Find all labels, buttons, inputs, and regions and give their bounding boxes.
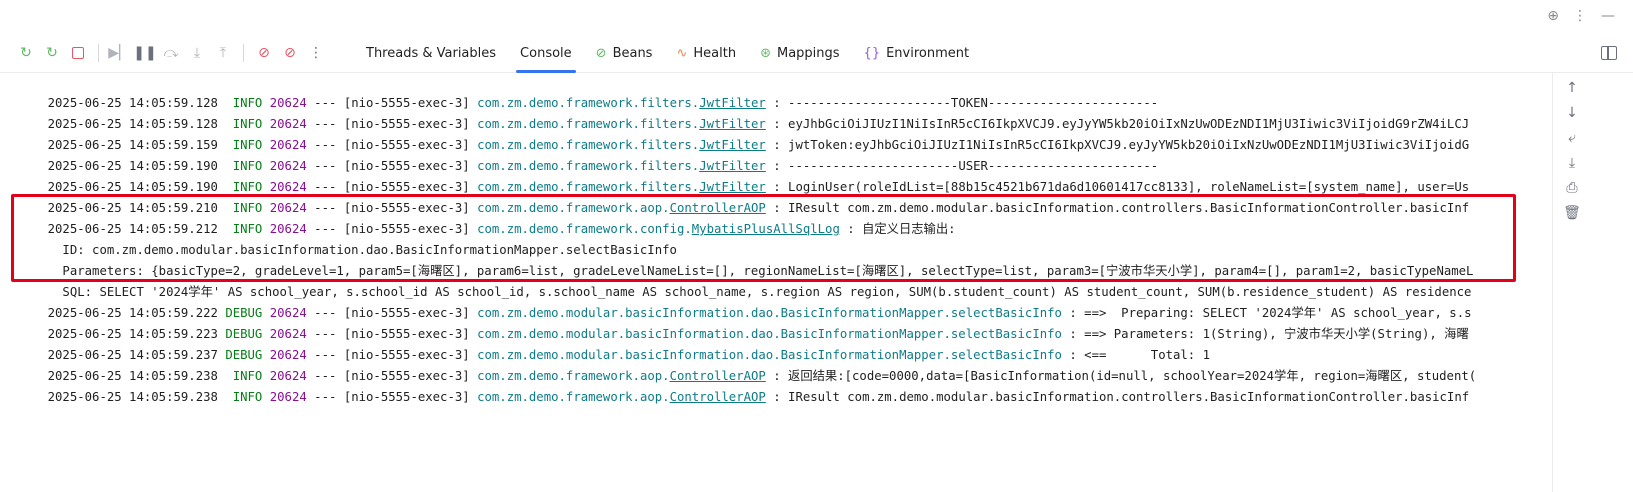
layout-icon[interactable] xyxy=(1601,46,1617,60)
step-into-icon[interactable]: ⤓ xyxy=(187,43,207,63)
log-level: INFO xyxy=(225,390,263,404)
log-line: 2025-06-25 14:05:59.238 INFO 20624 --- [… xyxy=(18,366,1470,404)
toolbar-actions: ↻ ↻ ▶▏ ❚❚ ⤼ ⤓ ⤒ ⊘ ⊘ ⋮ xyxy=(16,43,326,63)
log-line: 2025-06-25 14:05:59.190 INFO 20624 --- [… xyxy=(18,156,1470,194)
tab-label: Beans xyxy=(612,45,653,61)
window-controls: ⊕ ⋮ — xyxy=(1547,8,1615,24)
tab-mappings[interactable]: ⊛ Mappings xyxy=(748,34,851,72)
log-pid: 20624 xyxy=(269,390,307,404)
log-sep: --- xyxy=(306,390,344,404)
log-line: 2025-06-25 14:05:59.128 INFO 20624 --- [… xyxy=(18,72,1159,110)
tab-console[interactable]: Console xyxy=(508,34,584,73)
scroll-up-icon[interactable]: ↑ xyxy=(1562,78,1582,98)
debug-toolbar: ↻ ↻ ▶▏ ❚❚ ⤼ ⤓ ⤒ ⊘ ⊘ ⋮ Threads & Variable… xyxy=(0,34,1633,73)
log-line: SQL: SELECT '2024学年' AS school_year, s.s… xyxy=(18,261,1471,299)
log-message: : 自定义日志输出: xyxy=(839,222,956,236)
more-vertical-icon[interactable]: ⋮ xyxy=(306,43,326,63)
scroll-to-end-icon[interactable]: ⤓ xyxy=(1562,153,1582,173)
tab-threads-variables[interactable]: Threads & Variables xyxy=(354,34,508,72)
tab-label: Health xyxy=(693,45,737,61)
print-icon[interactable]: ⎙ xyxy=(1562,178,1582,198)
tab-label: Environment xyxy=(886,45,970,61)
pause-icon[interactable]: ❚❚ xyxy=(133,43,156,63)
clear-all-icon[interactable]: 🗑 xyxy=(1562,203,1582,223)
tab-label: Threads & Variables xyxy=(366,45,497,61)
log-line: 2025-06-25 14:05:59.222 DEBUG 20624 --- … xyxy=(18,282,1472,320)
log-logger-class[interactable]: ControllerAOP xyxy=(670,390,766,404)
log-line: 2025-06-25 14:05:59.212 INFO 20624 --- [… xyxy=(18,198,956,236)
log-line: 2025-06-25 14:05:59.190 INFO 20624 --- [… xyxy=(18,135,1159,173)
log-line: 2025-06-25 14:05:59.128 INFO 20624 --- [… xyxy=(18,93,1470,131)
crosshair-icon[interactable]: ⊕ xyxy=(1547,8,1559,24)
health-icon: ∿ xyxy=(676,45,688,61)
log-line: 2025-06-25 14:05:59.237 DEBUG 20624 --- … xyxy=(18,324,1210,362)
mute-breakpoints-icon[interactable]: ⊘ xyxy=(280,43,300,63)
mappings-icon: ⊛ xyxy=(760,45,771,61)
tab-health[interactable]: ∿ Health xyxy=(664,34,748,72)
stop-icon[interactable] xyxy=(68,43,88,63)
log-line: ID: com.zm.demo.modular.basicInformation… xyxy=(18,219,677,257)
rerun-icon[interactable]: ↻ xyxy=(16,43,36,63)
console-side-toolbar: ↑ ↓ ⤶ ⤓ ⎙ 🗑 xyxy=(1555,72,1595,492)
log-thread: [nio-5555-exec-3] xyxy=(343,390,470,404)
step-out-icon[interactable]: ⤒ xyxy=(213,43,233,63)
log-line: 2025-06-25 14:05:59.238 INFO 20624 --- [… xyxy=(18,345,1477,383)
minimize-icon[interactable]: — xyxy=(1601,8,1615,24)
console-output[interactable]: 2025-06-25 14:05:59.128 INFO 20624 --- [… xyxy=(6,72,1553,492)
environment-icon: {} xyxy=(863,45,881,61)
log-timestamp: 2025-06-25 14:05:59.238 xyxy=(47,390,218,404)
tab-beans[interactable]: ⊘ Beans xyxy=(584,34,665,72)
log-logger-class[interactable]: MybatisPlusAllSqlLog xyxy=(692,222,840,236)
title-bar: ⊕ ⋮ — xyxy=(0,0,1633,34)
tool-tabs: Threads & Variables Console ⊘ Beans ∿ He… xyxy=(354,34,982,73)
more-vertical-icon[interactable]: ⋮ xyxy=(1573,8,1587,24)
tab-label: Console xyxy=(520,45,572,61)
tab-environment[interactable]: {} Environment xyxy=(852,34,982,72)
step-over-icon[interactable]: ⤼ xyxy=(161,43,181,63)
toolbar-divider xyxy=(243,44,244,62)
breakpoint-icon[interactable]: ⊘ xyxy=(254,43,274,63)
toolbar-divider xyxy=(98,44,99,62)
log-line: 2025-06-25 14:05:59.223 DEBUG 20624 --- … xyxy=(18,303,1469,341)
log-logger[interactable]: com.zm.demo.framework.aop. xyxy=(477,390,670,404)
resume-icon[interactable]: ▶▏ xyxy=(108,43,130,63)
scroll-down-icon[interactable]: ↓ xyxy=(1562,103,1582,123)
log-line: Parameters: {basicType=2, gradeLevel=1, … xyxy=(18,240,1473,278)
log-line: 2025-06-25 14:05:59.210 INFO 20624 --- [… xyxy=(18,177,1470,215)
tab-label: Mappings xyxy=(776,45,840,61)
rerun-failed-icon[interactable]: ↻ xyxy=(42,43,62,63)
log-message: : IResult com.zm.demo.modular.basicInfor… xyxy=(765,390,1470,404)
soft-wrap-icon[interactable]: ⤶ xyxy=(1562,128,1582,148)
beans-icon: ⊘ xyxy=(595,45,607,61)
log-line: 2025-06-25 14:05:59.159 INFO 20624 --- [… xyxy=(18,114,1470,152)
